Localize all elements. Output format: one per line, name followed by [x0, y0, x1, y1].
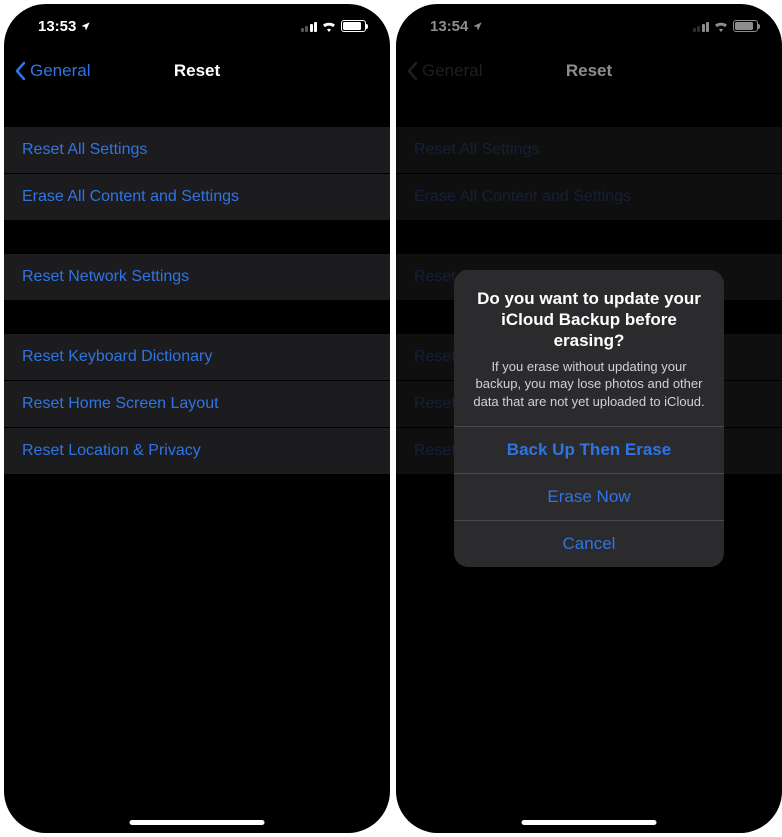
reset-home-screen-layout[interactable]: Reset Home Screen Layout	[4, 381, 390, 428]
back-label: General	[30, 61, 90, 81]
erase-all-content[interactable]: Erase All Content and Settings	[4, 174, 390, 220]
reset-all-settings[interactable]: Reset All Settings	[4, 127, 390, 174]
settings-group: Reset Network Settings	[4, 254, 390, 300]
alert-title: Do you want to update your iCloud Backup…	[470, 288, 708, 352]
page-title: Reset	[174, 61, 220, 81]
reset-network-settings[interactable]: Reset Network Settings	[4, 254, 390, 300]
settings-group: Reset Keyboard Dictionary Reset Home Scr…	[4, 334, 390, 474]
modal-overlay: Do you want to update your iCloud Backup…	[396, 4, 782, 833]
icloud-backup-alert: Do you want to update your iCloud Backup…	[454, 270, 724, 567]
cellular-icon	[301, 21, 318, 32]
screen-left: 13:53 General Reset Reset All Settings E…	[4, 4, 390, 833]
settings-group: Reset All Settings Erase All Content and…	[4, 127, 390, 220]
alert-message: If you erase without updating your backu…	[470, 358, 708, 411]
cancel-button[interactable]: Cancel	[454, 520, 724, 567]
home-indicator[interactable]	[522, 820, 657, 825]
nav-bar: General Reset	[4, 48, 390, 93]
battery-icon	[341, 20, 366, 32]
settings-list: Reset All Settings Erase All Content and…	[4, 127, 390, 474]
erase-now-button[interactable]: Erase Now	[454, 473, 724, 520]
wifi-icon	[321, 20, 337, 32]
back-button[interactable]: General	[14, 61, 90, 81]
reset-location-privacy[interactable]: Reset Location & Privacy	[4, 428, 390, 474]
reset-keyboard-dictionary[interactable]: Reset Keyboard Dictionary	[4, 334, 390, 381]
home-indicator[interactable]	[130, 820, 265, 825]
backup-then-erase-button[interactable]: Back Up Then Erase	[454, 426, 724, 473]
location-icon	[80, 21, 91, 32]
screen-right: 13:54 General Reset Reset All Settings E…	[396, 4, 782, 833]
status-bar: 13:53	[4, 4, 390, 48]
chevron-left-icon	[14, 61, 26, 81]
status-time: 13:53	[38, 18, 76, 35]
